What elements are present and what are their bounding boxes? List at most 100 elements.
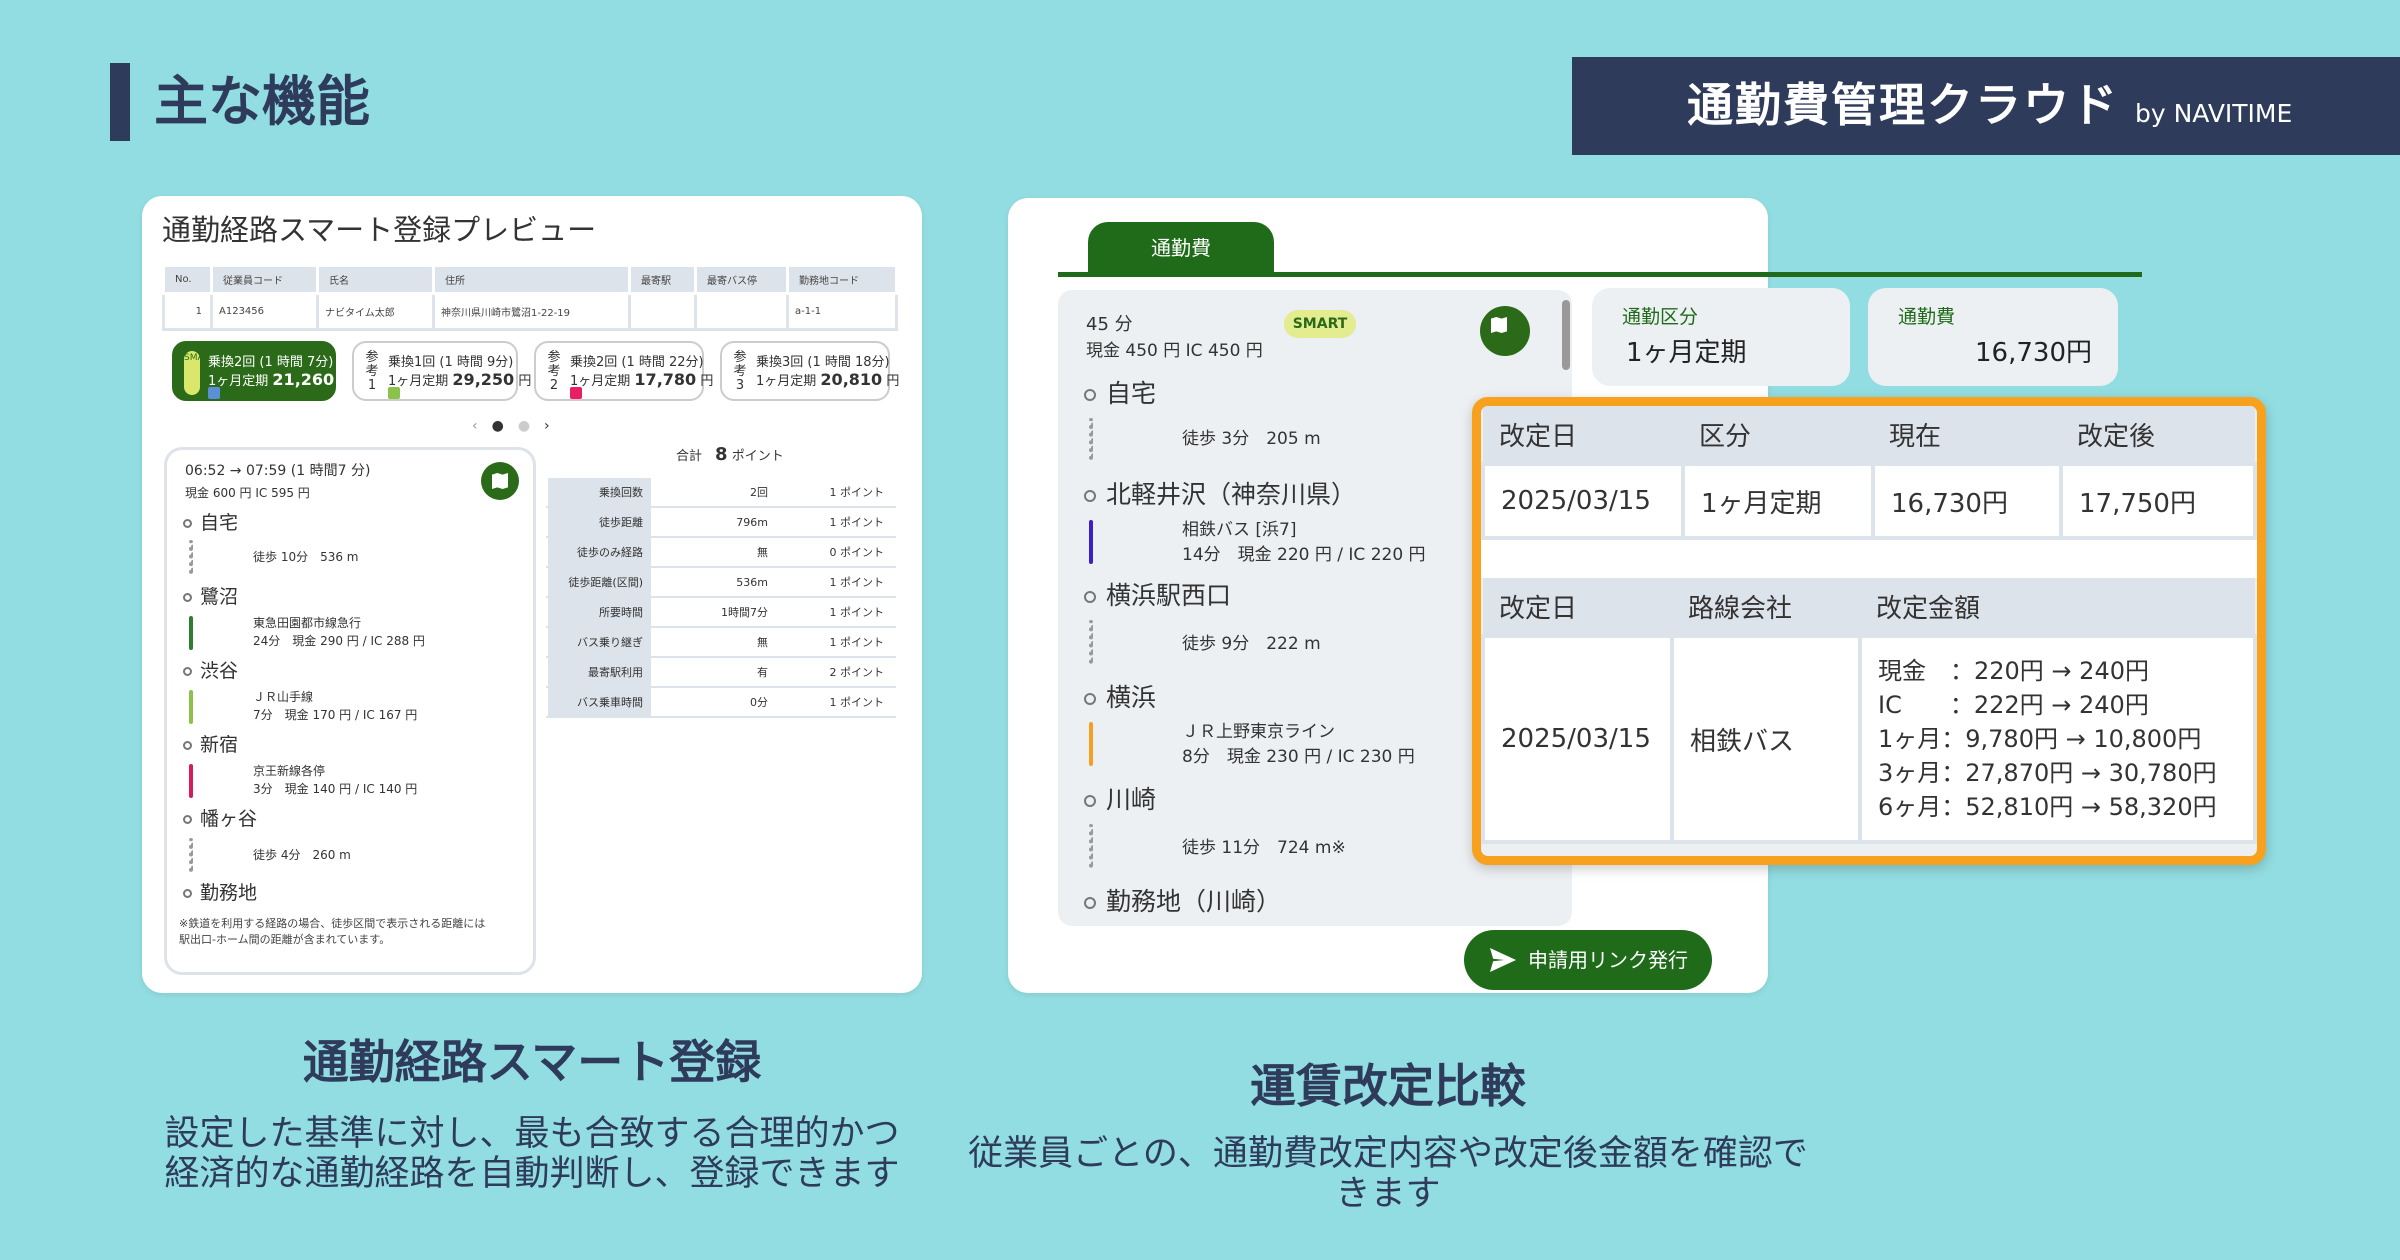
- option-fare: 1ヶ月定期 20,810 円: [756, 370, 900, 389]
- commute-type-box: 通勤区分 1ヶ月定期: [1592, 288, 1850, 386]
- segment-line-name: ＪＲ上野東京ライン: [1182, 722, 1335, 742]
- revision-table-header: 改定日 区分 現在 改定後: [1483, 406, 2255, 464]
- station-circle-icon: [1084, 795, 1096, 807]
- ref-tag: 参考3: [733, 350, 747, 393]
- table-row[interactable]: 1 A123456 ナビタイム太郎 神奈川県川崎市鷺沼1-22-19 a-1-1: [162, 292, 898, 331]
- station-shinjuku: 新宿: [183, 730, 238, 757]
- station-office: 勤務地（川崎）: [1084, 882, 1281, 918]
- walk-segment-line: [189, 540, 193, 574]
- route-option-ref-3[interactable]: 参考3 乗換3回 (1 時間 18分) 1ヶ月定期 20,810 円: [720, 341, 899, 401]
- col-category: 区分: [1683, 406, 1873, 464]
- col-no: No.: [162, 264, 213, 295]
- rail-segment-line: [1089, 722, 1093, 766]
- col-revision-amount: 改定金額: [1860, 578, 2255, 636]
- station-circle-icon: [183, 593, 192, 602]
- option-summary: 乗換1回 (1 時間 9分): [388, 355, 514, 370]
- table-row: バス乗り継ぎ無 1 ポイント: [546, 626, 896, 658]
- cell-bus-stop: [694, 292, 789, 331]
- table-row: 2025/03/15 相鉄バス 現金 ：220円 → 240円 IC ：222円…: [1481, 634, 2257, 844]
- walk-segment-line: [1089, 620, 1093, 664]
- segment-walk-2: 徒歩 4分 260 m: [253, 848, 351, 862]
- table-row: 所要時間 1時間7分 1 ポイント: [546, 596, 896, 628]
- tab-commute-fee[interactable]: 通勤費: [1088, 222, 1274, 274]
- route-option-ref-2[interactable]: 参考2 乗換2回 (1 時間 22分) 1ヶ月定期 17,780 円: [534, 341, 713, 401]
- revision-table-by-company: 改定日 路線会社 改定金額 2025/03/15 相鉄バス 現金 ：220円 →…: [1481, 578, 2257, 844]
- rail-segment-line: [189, 690, 193, 724]
- route-detail-panel: 06:52 → 07:59 (1 時間7 分) 現金 600 円 IC 595 …: [164, 447, 536, 975]
- station-circle-icon: [1084, 490, 1096, 502]
- cell-company: 相鉄バス: [1670, 634, 1862, 844]
- station-saginuma: 鷺沼: [183, 582, 238, 609]
- station-shibuya: 渋谷: [183, 656, 238, 683]
- col-company: 路線会社: [1672, 578, 1860, 636]
- issue-application-link-button[interactable]: 申請用リンク発行: [1464, 930, 1712, 990]
- smart-badge: SMART: [1284, 310, 1356, 338]
- pager-dot[interactable]: ●: [518, 418, 544, 434]
- points-table: 乗換回数 2回 1 ポイント 徒歩距離 796m 1 ポイント 徒歩のみ経路無 0 ポイン…: [546, 476, 896, 718]
- left-feature-title: 通勤経路スマート登録: [302, 1035, 762, 1089]
- map-icon[interactable]: [481, 462, 519, 500]
- route-fare: 現金 600 円 IC 595 円: [185, 486, 310, 500]
- walk-segment-line: [1089, 824, 1093, 868]
- route-time: 06:52 → 07:59 (1 時間7 分): [185, 463, 371, 479]
- cell-address: 神奈川県川崎市鷺沼1-22-19: [432, 292, 631, 331]
- station-circle-icon: [183, 519, 192, 528]
- table-row: 乗換回数 2回 1 ポイント: [546, 476, 896, 508]
- bus-badge-icon: [388, 387, 400, 399]
- station-office: 勤務地: [183, 878, 257, 905]
- commute-fee-label: 通勤費: [1898, 306, 1956, 328]
- segment-fare: 24分 現金 290 円 / IC 288 円: [253, 634, 425, 648]
- station-home: 自宅: [183, 508, 238, 535]
- pager-dot-active[interactable]: ●: [492, 418, 518, 434]
- segment-line-name: 東急田園都市線急行: [253, 616, 362, 630]
- segment-walk-2: 徒歩 9分 222 m: [1182, 634, 1321, 654]
- route-duration: 45 分: [1086, 314, 1133, 335]
- cell-revised: 17,750円: [2059, 462, 2257, 540]
- option-fare: 1ヶ月定期 17,780 円: [570, 370, 714, 389]
- option-summary: 乗換2回 (1 時間 7分): [208, 355, 334, 370]
- table-row: 2025/03/15 1ヶ月定期 16,730円 17,750円: [1481, 462, 2257, 540]
- segment-line-name: 相鉄バス [浜7]: [1182, 520, 1297, 540]
- table-row: 徒歩のみ経路無 0 ポイント: [546, 536, 896, 568]
- smart-registration-preview-card: 通勤経路スマート登録プレビュー No. 従業員コード 氏名 住所 最寄駅 最寄バ…: [142, 196, 922, 993]
- right-feature-title: 運賃改定比較: [1250, 1059, 1526, 1113]
- segment-fare: 8分 現金 230 円 / IC 230 円: [1182, 747, 1415, 767]
- col-name: 氏名: [316, 264, 435, 295]
- station-circle-icon: [1084, 897, 1096, 909]
- route-option-ref-1[interactable]: 参考1 乗換1回 (1 時間 9分) 1ヶ月定期 29,250 円: [352, 341, 531, 401]
- smart-tag: SMART: [184, 351, 215, 395]
- employee-table: No. 従業員コード 氏名 住所 最寄駅 最寄バス停 勤務地コード 1 A123…: [162, 264, 898, 331]
- segment-walk-1: 徒歩 10分 536 m: [253, 550, 359, 564]
- fare-revision-comparison-panel: 改定日 区分 現在 改定後 2025/03/15 1ヶ月定期 16,730円 1…: [1472, 397, 2266, 865]
- cell-employee-code: A123456: [210, 292, 319, 331]
- cell-category: 1ヶ月定期: [1681, 462, 1875, 540]
- map-icon[interactable]: [1480, 306, 1530, 356]
- cell-revision-amount: 現金 ：220円 → 240円 IC ：222円 → 240円 1ヶ月：9,78…: [1858, 634, 2257, 844]
- route-note: ※鉄道を利用する経路の場合、徒歩区間で表示される距離には駅出口-ホーム間の距離が…: [179, 917, 486, 946]
- table-row: 徒歩距離(区間) 536m 1 ポイント: [546, 566, 896, 598]
- employee-table-header: No. 従業員コード 氏名 住所 最寄駅 最寄バス停 勤務地コード: [162, 264, 898, 295]
- commute-type-value: 1ヶ月定期: [1626, 338, 1747, 368]
- bus-badge-icon: [570, 387, 582, 399]
- right-feature-description: 従業員ごとの、通勤費改定内容や改定後金額を確認できます: [968, 1134, 1808, 1214]
- amount-3month: 3ヶ月：27,870円 → 30,780円: [1878, 759, 2217, 787]
- pager-prev-button[interactable]: ‹: [472, 418, 492, 434]
- scrollbar[interactable]: [1562, 300, 1570, 370]
- station-kitakaruizawa: 北軽井沢（神奈川県）: [1084, 475, 1356, 511]
- bus-segment-line: [1089, 520, 1093, 564]
- table-divider: [1481, 540, 2257, 578]
- rail-segment-line: [189, 764, 193, 798]
- segment-walk-3: 徒歩 11分 724 m※: [1182, 838, 1346, 858]
- cell-station: [628, 292, 697, 331]
- col-bus-stop: 最寄バス停: [694, 264, 789, 295]
- option-fare: 1ヶ月定期 21,260 円: [208, 370, 352, 389]
- table-row: 徒歩距離 796m 1 ポイント: [546, 506, 896, 538]
- station-yokohama-west: 横浜駅西口: [1084, 576, 1231, 612]
- route-option-smart[interactable]: SMART 乗換2回 (1 時間 7分) 1ヶ月定期 21,260 円: [172, 341, 351, 401]
- cell-revision-date: 2025/03/15: [1481, 462, 1685, 540]
- walk-segment-line: [189, 838, 193, 872]
- amount-cash: 現金 ：220円 → 240円: [1878, 657, 2149, 685]
- commute-type-label: 通勤区分: [1622, 306, 1699, 328]
- pager-next-button[interactable]: ›: [544, 418, 564, 434]
- cell-office-code: a-1-1: [786, 292, 898, 331]
